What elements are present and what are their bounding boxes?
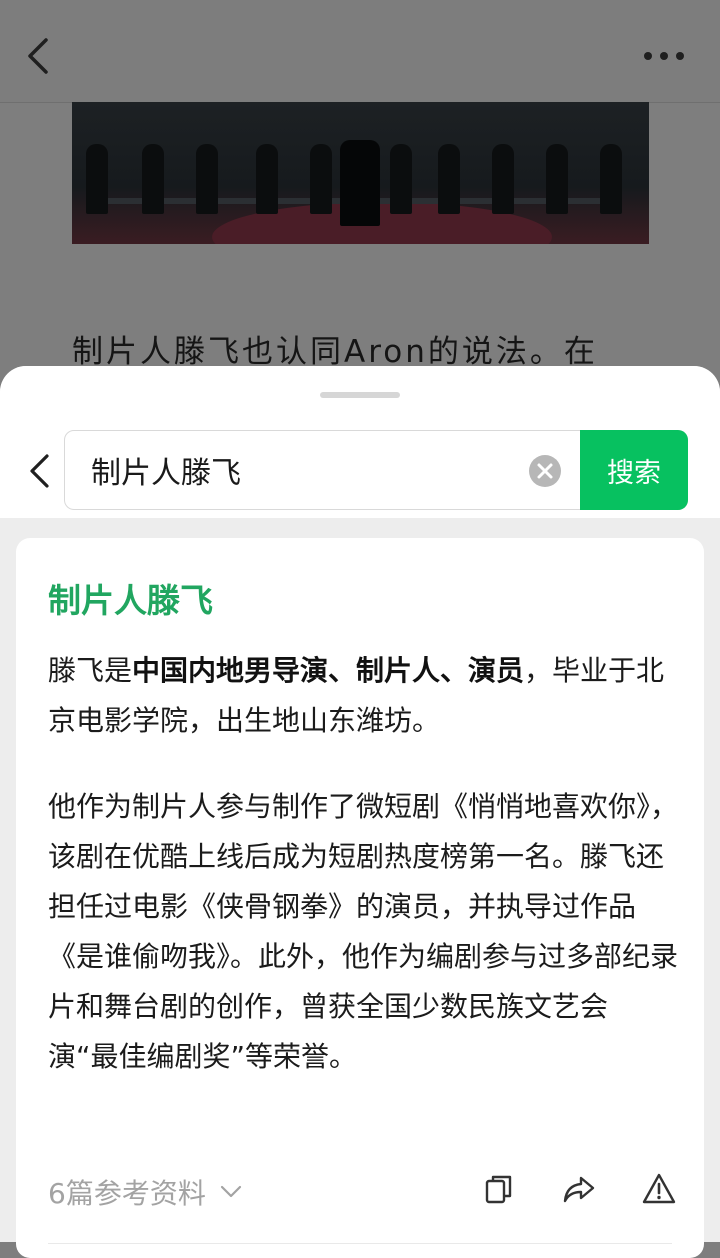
result-title: 制片人滕飞	[48, 581, 213, 620]
para1-highlight: 中国内地男导演、制片人、演员	[132, 654, 525, 687]
result-paragraph-2: 他作为制片人参与制作了微短剧《悄悄地喜欢你》，该剧在优酷上线后成为短剧热度榜第一…	[48, 790, 679, 1073]
article-snippet: 制片人滕飞也认同Aron的说法。在	[72, 334, 598, 370]
result-card: 制片人滕飞 滕飞是中国内地男导演、制片人、演员，毕业于北京电影学院，出生地山东潍…	[16, 538, 704, 1258]
references-label: 6篇参考资料	[48, 1177, 206, 1210]
search-button[interactable]: 搜索	[580, 430, 688, 510]
drag-handle[interactable]	[320, 392, 400, 398]
para1-prefix: 滕飞是	[48, 654, 133, 687]
chevron-left-icon[interactable]	[28, 454, 52, 488]
report-icon[interactable]	[642, 1172, 676, 1206]
result-paragraph-1: 滕飞是中国内地男导演、制片人、演员，毕业于北京电影学院，出生地山东潍坊。	[48, 646, 678, 746]
more-dots-icon[interactable]	[644, 52, 684, 62]
share-icon[interactable]	[562, 1172, 596, 1206]
card-actions	[482, 1172, 676, 1206]
article-top-bar	[0, 0, 720, 103]
sheet-header: 搜索	[0, 366, 720, 518]
divider	[48, 1243, 672, 1244]
chevron-left-icon[interactable]	[26, 38, 52, 74]
search-sheet: 搜索 制片人滕飞 滕飞是中国内地男导演、制片人、演员，毕业于北京电影学院，出生地…	[0, 366, 720, 1258]
clear-circle-icon[interactable]	[529, 455, 561, 487]
search-input[interactable]	[91, 449, 511, 491]
references-toggle[interactable]: 6篇参考资料	[48, 1172, 242, 1212]
article-image	[72, 102, 649, 244]
copy-icon[interactable]	[482, 1172, 516, 1206]
chevron-down-icon	[220, 1185, 241, 1198]
search-box: 搜索	[64, 430, 688, 510]
